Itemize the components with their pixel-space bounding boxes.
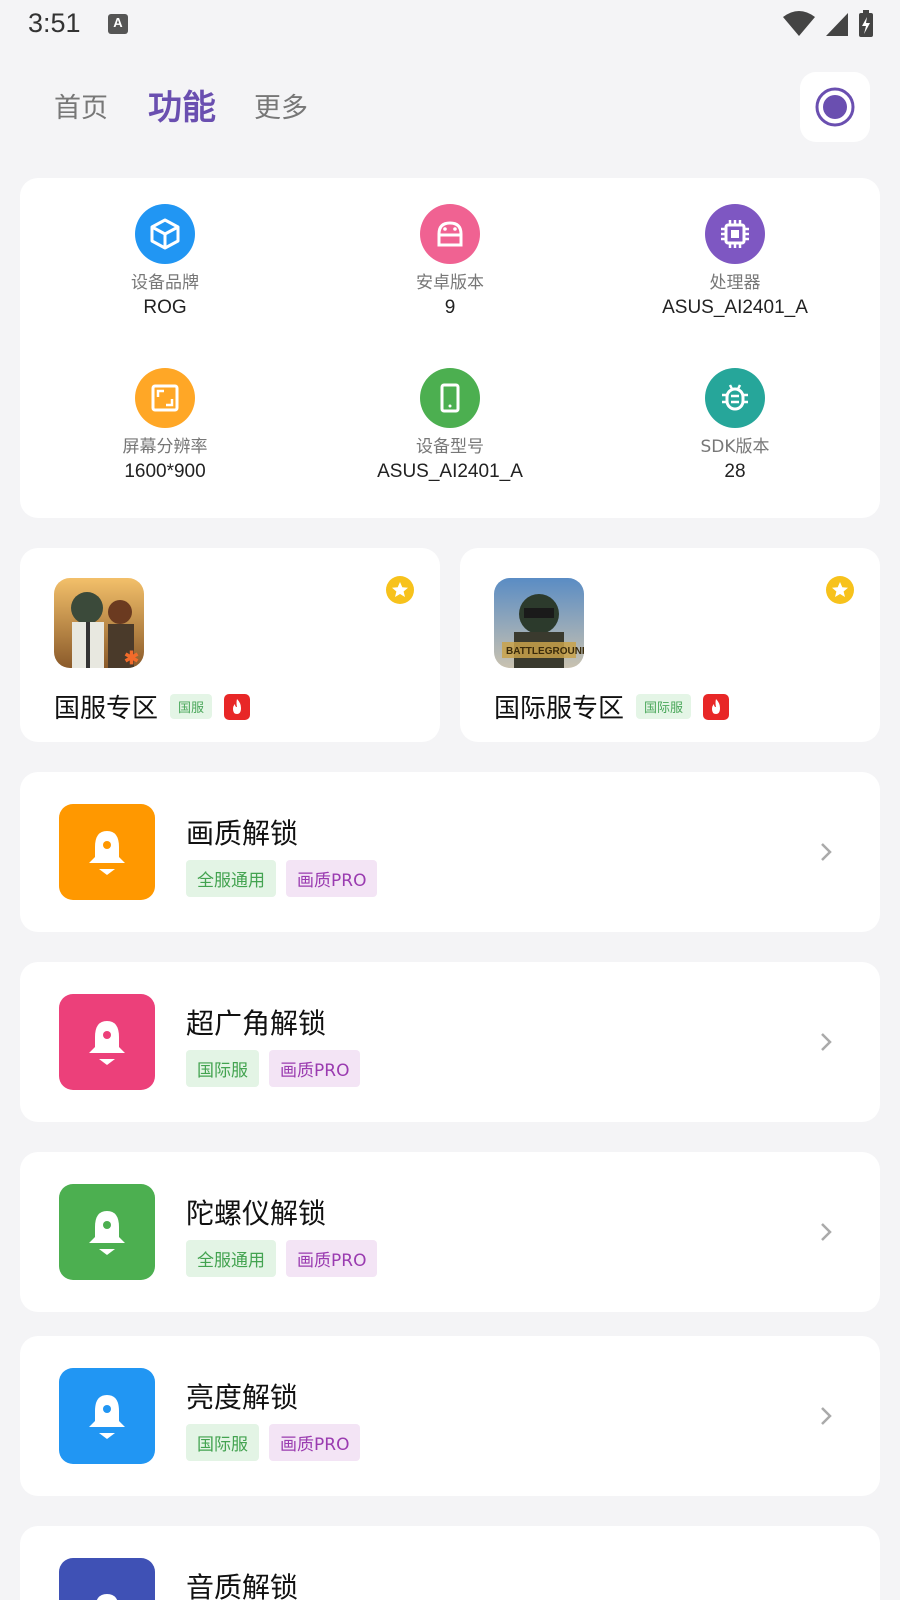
chevron-right-icon — [821, 843, 832, 861]
function-title: 陀螺仪解锁 — [186, 1197, 327, 1230]
tag: 国际服 — [186, 1424, 259, 1461]
chevron-right-icon — [821, 1033, 832, 1051]
status-bar: 3:51 A — [0, 0, 900, 50]
info-sdk-version: SDK版本 28 — [592, 368, 878, 483]
info-value: ASUS_AI2401_A — [377, 461, 523, 482]
chip-icon — [705, 204, 765, 264]
wifi-icon — [783, 11, 815, 36]
tab-functions[interactable]: 功能 — [148, 80, 216, 129]
svg-text:BATTLEGROUNDS: BATTLEGROUNDS — [506, 646, 584, 657]
record-button[interactable] — [800, 72, 870, 142]
star-badge-icon — [826, 576, 854, 604]
tag: 全服通用 — [186, 1240, 276, 1277]
fire-icon — [224, 693, 251, 720]
android-icon — [420, 204, 480, 264]
info-processor: 处理器 ASUS_AI2401_A — [592, 204, 878, 319]
function-title: 画质解锁 — [186, 817, 299, 850]
bell-icon — [59, 1558, 155, 1600]
screen-frame-icon — [135, 368, 195, 428]
chevron-right-icon — [821, 1223, 832, 1241]
tag: 画质PRO — [269, 1424, 361, 1461]
info-value: 1600*900 — [124, 461, 206, 482]
bell-icon — [59, 804, 155, 900]
tag: 国际服 — [186, 1050, 259, 1087]
tag: 画质PRO — [286, 1240, 378, 1277]
signal-icon — [826, 13, 848, 36]
bell-icon — [59, 1368, 155, 1464]
info-screen-resolution: 屏幕分辨率 1600*900 — [22, 368, 308, 483]
function-card-gyroscope[interactable]: 陀螺仪解锁 全服通用 画质PRO — [20, 1152, 880, 1312]
cube-icon — [135, 204, 195, 264]
info-device-brand: 设备品牌 ROG — [22, 204, 308, 319]
record-icon — [815, 87, 855, 127]
function-title: 超广角解锁 — [186, 1007, 327, 1040]
info-label: 安卓版本 — [416, 273, 484, 293]
info-label: 设备品牌 — [131, 273, 199, 293]
game-icon-cn: ✱ — [54, 578, 144, 668]
zone-card-global[interactable]: BATTLEGROUNDS 国际服专区 国际服 — [460, 548, 880, 742]
info-value: ASUS_AI2401_A — [662, 297, 808, 318]
info-value: ROG — [143, 297, 187, 318]
info-value: 9 — [444, 297, 456, 318]
function-title: 音质解锁 — [186, 1571, 299, 1600]
info-label: 处理器 — [709, 273, 761, 293]
tab-more[interactable]: 更多 — [254, 86, 308, 125]
phone-icon — [420, 368, 480, 428]
keyboard-notification-icon: A — [108, 14, 128, 34]
game-icon-global: BATTLEGROUNDS — [494, 578, 584, 668]
bug-icon — [705, 368, 765, 428]
zone-title: 国际服专区 — [494, 694, 625, 724]
function-title: 亮度解锁 — [186, 1381, 299, 1414]
info-label: 屏幕分辨率 — [122, 437, 208, 457]
device-info-card: 设备品牌 ROG 安卓版本 9 处理器 ASUS_AI2401_A 屏幕分辨率 … — [20, 178, 880, 518]
zone-title: 国服专区 — [54, 694, 159, 724]
tag: 画质PRO — [286, 860, 378, 897]
zone-card-cn[interactable]: ✱ 国服专区 国服 — [20, 548, 440, 742]
svg-text:✱: ✱ — [124, 648, 139, 668]
bell-icon — [59, 994, 155, 1090]
chevron-right-icon — [821, 1407, 832, 1425]
tag: 全服通用 — [186, 860, 276, 897]
info-label: 设备型号 — [416, 437, 484, 457]
fire-icon — [703, 693, 730, 720]
info-value: 28 — [724, 461, 746, 482]
star-badge-icon — [386, 576, 414, 604]
info-android-version: 安卓版本 9 — [307, 204, 593, 319]
tab-home[interactable]: 首页 — [54, 86, 108, 125]
function-card-audio[interactable]: 音质解锁 — [20, 1526, 880, 1600]
function-card-graphics[interactable]: 画质解锁 全服通用 画质PRO — [20, 772, 880, 932]
info-device-model: 设备型号 ASUS_AI2401_A — [307, 368, 593, 483]
tag: 画质PRO — [269, 1050, 361, 1087]
server-tag: 国服 — [170, 694, 213, 719]
battery-charging-icon — [859, 10, 873, 37]
top-navigation: 首页 功能 更多 — [0, 70, 900, 150]
function-card-brightness[interactable]: 亮度解锁 国际服 画质PRO — [20, 1336, 880, 1496]
server-tag: 国际服 — [636, 694, 692, 719]
bell-icon — [59, 1184, 155, 1280]
info-label: SDK版本 — [700, 437, 770, 457]
function-card-wide-angle[interactable]: 超广角解锁 国际服 画质PRO — [20, 962, 880, 1122]
status-time: 3:51 — [28, 8, 81, 38]
